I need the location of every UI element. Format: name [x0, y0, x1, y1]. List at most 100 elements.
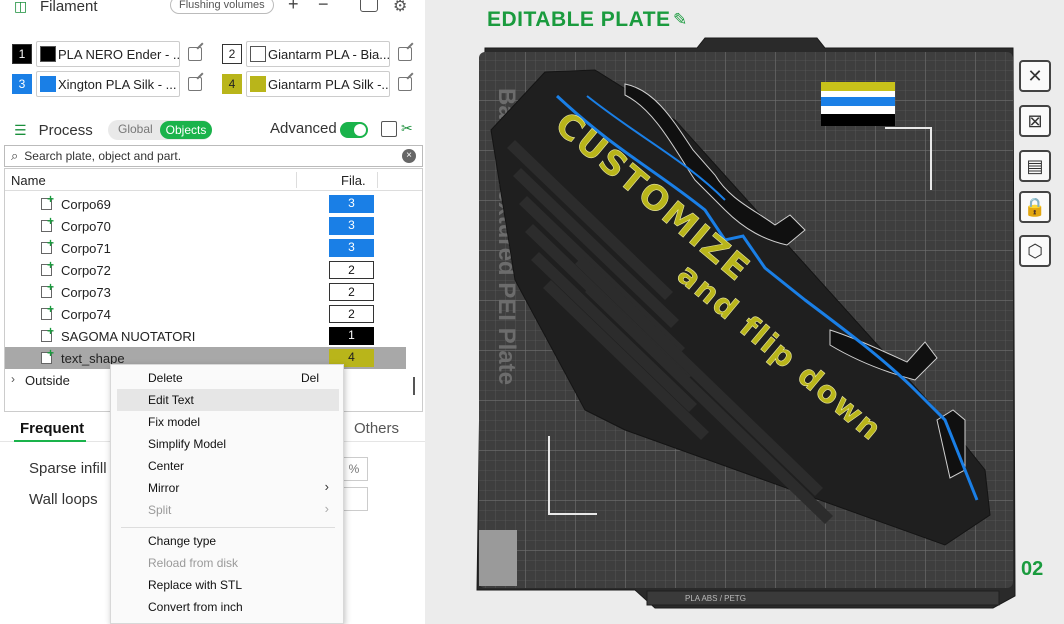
menu-item-label: Replace with STL [148, 578, 243, 592]
menu-item-simplify-model[interactable]: Simplify Model [117, 433, 339, 455]
auto-orient-icon[interactable]: ⊠ [1019, 105, 1051, 137]
tab-others[interactable]: Others [354, 420, 399, 437]
filament-number: 2 [222, 44, 242, 64]
chevron-right-icon[interactable]: › [11, 372, 15, 386]
menu-item-label: Center [148, 459, 185, 473]
menu-item-split: Split › [117, 499, 339, 521]
filament-icon: ◫ [14, 0, 28, 14]
remove-filament-button[interactable]: − [318, 0, 329, 15]
menu-item-mirror[interactable]: Mirror › [117, 477, 339, 499]
seg-global[interactable]: Global [118, 122, 153, 136]
seg-objects[interactable]: Objects [160, 121, 212, 139]
menu-item-label: Edit Text [148, 393, 194, 407]
menu-item-label: Split [148, 503, 172, 517]
filament-number: 4 [222, 74, 242, 94]
sparse-infill-field[interactable]: % [340, 457, 368, 481]
sparse-infill-label: Sparse infill [29, 460, 107, 477]
filament-name: Xington PLA Silk - ... [58, 76, 177, 92]
object-name: Corpo71 [61, 241, 111, 256]
filament-select[interactable]: Giantarm PLA Silk -... [246, 71, 390, 97]
flag-model [821, 82, 895, 126]
list-scrollbar[interactable] [413, 377, 415, 395]
object-part-icon [41, 258, 54, 276]
clear-search-icon[interactable]: × [402, 149, 416, 163]
object-filament[interactable]: 3 [329, 217, 374, 235]
object-filament[interactable]: 2 [329, 305, 374, 323]
advanced-toggle[interactable] [340, 122, 368, 138]
search-icon: ⌕ [11, 148, 19, 163]
object-filament[interactable]: 2 [329, 283, 374, 301]
menu-item-label: Fix model [148, 415, 201, 429]
filament-select[interactable]: Xington PLA Silk - ... [36, 71, 180, 97]
column-divider [296, 172, 297, 188]
context-menu: Delete Del Edit Text Fix model Simplify … [110, 364, 344, 624]
object-part-icon [41, 214, 54, 232]
filament-item-1[interactable]: 1 PLA NERO Ender - ... [12, 41, 202, 67]
filament-settings-icon[interactable]: ⚙ [393, 0, 407, 16]
object-row[interactable]: Corpo72 2 [5, 258, 406, 281]
search-input[interactable] [24, 149, 385, 163]
active-tab-indicator [14, 440, 86, 442]
edit-filament-icon[interactable] [398, 77, 412, 91]
column-name[interactable]: Name [11, 173, 46, 188]
add-filament-button[interactable]: + [288, 0, 299, 15]
plate-number[interactable]: 02 [1021, 558, 1043, 581]
column-divider [377, 172, 378, 188]
edit-filament-icon[interactable] [398, 47, 412, 61]
menu-item-label: Simplify Model [148, 437, 227, 451]
menu-item-convert-from-inch[interactable]: Convert from inch [117, 596, 339, 618]
object-row[interactable]: Corpo73 2 [5, 280, 406, 303]
menu-item-delete[interactable]: Delete Del [117, 367, 339, 389]
object-row[interactable]: Corpo70 3 [5, 214, 406, 237]
filament-select[interactable]: PLA NERO Ender - ... [36, 41, 180, 67]
wall-loops-field[interactable] [340, 487, 368, 511]
menu-item-change-type[interactable]: Change type [117, 530, 339, 552]
tab-frequent[interactable]: Frequent [20, 420, 84, 437]
plate-bottom-text: PLA ABS / PETG [685, 594, 746, 603]
filament-item-4[interactable]: 4 Giantarm PLA Silk -... [222, 71, 412, 97]
process-tool-icon[interactable]: ✂ [401, 120, 413, 137]
edit-filament-icon[interactable] [188, 77, 202, 91]
object-part-icon [41, 236, 54, 254]
menu-item-center[interactable]: Center [117, 455, 339, 477]
object-name: Corpo70 [61, 219, 111, 234]
filament-item-3[interactable]: 3 Xington PLA Silk - ... [12, 71, 202, 97]
menu-item-edit-text[interactable]: Edit Text [117, 389, 339, 411]
object-row[interactable]: Corpo69 3 [5, 192, 406, 215]
filament-select[interactable]: Giantarm PLA - Bia... [246, 41, 390, 67]
edit-filament-icon[interactable] [188, 47, 202, 61]
settings-icon[interactable]: ⬡ [1019, 235, 1051, 267]
object-name: Corpo74 [61, 307, 111, 322]
process-list-icon[interactable] [381, 121, 397, 137]
sync-filament-icon[interactable] [360, 0, 378, 12]
menu-item-fix-model[interactable]: Fix model [117, 411, 339, 433]
object-row[interactable]: Corpo74 2 [5, 302, 406, 325]
build-plate-scene[interactable]: Bambu Textured PEI Plate CUSTOMIZE and f… [425, 0, 1064, 624]
close-icon[interactable]: ✕ [1019, 60, 1051, 92]
object-filament[interactable]: 2 [329, 261, 374, 279]
3d-viewport[interactable]: EDITABLE PLATE ✎ Bambu Textured PEI Plat… [425, 0, 1064, 624]
object-list-header: Name Fila. [5, 169, 422, 191]
object-row[interactable]: Corpo71 3 [5, 236, 406, 259]
menu-item-label: Change type [148, 534, 217, 548]
arrange-icon[interactable]: ▤ [1019, 150, 1051, 182]
object-filament[interactable]: 3 [329, 239, 374, 257]
advanced-label: Advanced [270, 120, 337, 137]
menu-item-replace-with-stl[interactable]: Replace with STL [117, 574, 339, 596]
filament-color-swatch [40, 76, 56, 92]
object-filament[interactable]: 3 [329, 195, 374, 213]
menu-item-reload-from-disk: Reload from disk [117, 552, 339, 574]
filament-name: Giantarm PLA Silk -... [268, 76, 389, 92]
menu-item-label: Mirror [148, 481, 180, 495]
filament-item-2[interactable]: 2 Giantarm PLA - Bia... [222, 41, 412, 67]
object-row[interactable]: SAGOMA NUOTATORI 1 [5, 324, 406, 347]
object-filament[interactable]: 1 [329, 327, 374, 345]
process-title: Process [38, 121, 93, 139]
lock-icon[interactable]: 🔒 [1019, 191, 1051, 223]
column-filament[interactable]: Fila. [341, 173, 366, 188]
flushing-volumes-button[interactable]: Flushing volumes [170, 0, 274, 14]
filament-number: 3 [12, 74, 32, 94]
submenu-arrow-icon: › [324, 501, 329, 516]
filament-number: 1 [12, 44, 32, 64]
global-objects-switch[interactable]: Global Objects [108, 120, 212, 140]
